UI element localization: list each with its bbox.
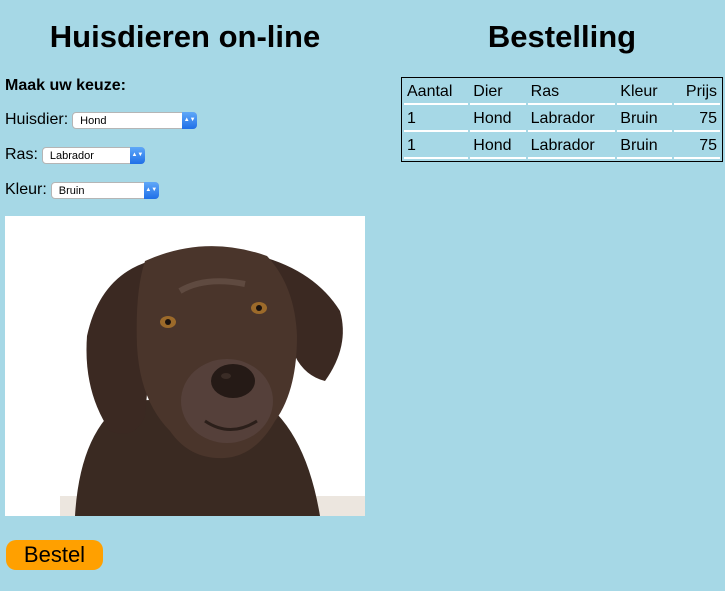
pet-select-value: Hond bbox=[80, 114, 107, 127]
cell-aantal: 1 bbox=[404, 107, 469, 132]
select-arrows-icon: ▲▼ bbox=[129, 146, 145, 164]
col-aantal: Aantal bbox=[404, 80, 469, 105]
cell-kleur: Bruin bbox=[617, 107, 672, 132]
col-prijs: Prijs bbox=[673, 80, 720, 105]
table-header-row: Aantal Dier Ras Kleur Prijs bbox=[404, 80, 720, 105]
order-title: Bestelling bbox=[487, 19, 637, 54]
choice-prompt: Maak uw keuze: bbox=[5, 77, 126, 94]
breed-select-value: Labrador bbox=[49, 149, 94, 162]
col-ras: Ras bbox=[527, 80, 616, 105]
col-kleur: Kleur bbox=[617, 80, 672, 105]
order-button[interactable]: Bestel bbox=[6, 540, 103, 570]
page-title: Huisdieren on-line bbox=[49, 19, 321, 54]
order-table: Aantal Dier Ras Kleur Prijs 1 Hond Labra… bbox=[401, 77, 723, 162]
cell-dier: Hond bbox=[470, 134, 526, 159]
cell-kleur: Bruin bbox=[617, 134, 672, 159]
breed-field: Ras: Labrador ▲▼ bbox=[5, 146, 145, 164]
cell-dier: Hond bbox=[470, 107, 526, 132]
table-row: 1 Hond Labrador Bruin 75 bbox=[404, 107, 720, 132]
pet-select[interactable]: Hond ▲▼ bbox=[72, 111, 198, 129]
col-dier: Dier bbox=[470, 80, 526, 105]
breed-label: Ras: bbox=[5, 146, 38, 163]
pet-field: Huisdier: Hond ▲▼ bbox=[5, 111, 198, 129]
color-select[interactable]: Bruin ▲▼ bbox=[50, 181, 159, 199]
select-arrows-icon: ▲▼ bbox=[143, 181, 159, 199]
dog-image bbox=[5, 216, 365, 516]
color-select-value: Bruin bbox=[58, 184, 85, 197]
color-field: Kleur: Bruin ▲▼ bbox=[5, 181, 159, 199]
cell-aantal: 1 bbox=[404, 134, 469, 159]
table-row: 1 Hond Labrador Bruin 75 bbox=[404, 134, 720, 159]
select-arrows-icon: ▲▼ bbox=[182, 111, 198, 129]
pet-label: Huisdier: bbox=[5, 111, 69, 128]
color-label: Kleur: bbox=[5, 181, 47, 198]
breed-select[interactable]: Labrador ▲▼ bbox=[41, 146, 145, 164]
cell-ras: Labrador bbox=[527, 134, 616, 159]
dog-photo bbox=[5, 216, 365, 516]
cell-prijs: 75 bbox=[673, 107, 720, 132]
cell-prijs: 75 bbox=[673, 134, 720, 159]
cell-ras: Labrador bbox=[527, 107, 616, 132]
